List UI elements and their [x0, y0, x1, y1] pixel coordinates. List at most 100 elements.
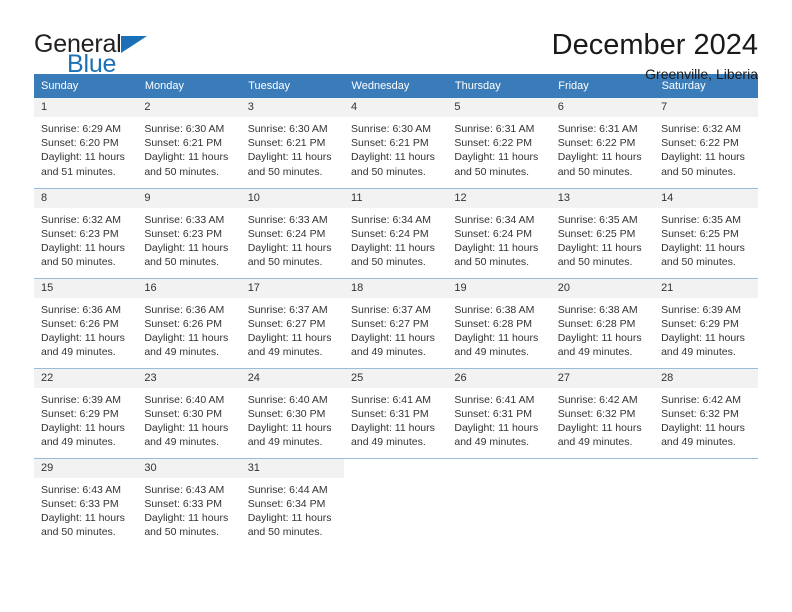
sunset-text: Sunset: 6:27 PM: [247, 317, 326, 330]
day-number: 15: [34, 278, 138, 298]
calendar-day-cell-empty: [447, 457, 551, 549]
day-cell-inner: 31 Sunrise: 6:44 AM Sunset: 6:34 PM Dayligh…: [240, 458, 345, 549]
calendar-day-cell[interactable]: 30 Sunrise: 6:43 AM Sunset: 6:33 PM Dayligh…: [137, 457, 241, 548]
day-number: 12: [447, 188, 551, 208]
day-number: 9: [137, 188, 241, 208]
sunset-text: Sunset: 6:23 PM: [144, 227, 222, 240]
day-cell-inner: 20 Sunrise: 6:38 AM Sunset: 6:28 PM Dayligh…: [550, 278, 655, 368]
calendar-body: 1 Sunrise: 6:29 AM Sunset: 6:20 PM Daylight…: [34, 98, 758, 548]
day-details: Sunrise: 6:35 AM Sunset: 6:25 PM Daylight:…: [551, 208, 654, 270]
calendar-day-cell[interactable]: 3 Sunrise: 6:30 AM Sunset: 6:21 PM Daylight…: [240, 98, 345, 188]
calendar-day-cell[interactable]: 24 Sunrise: 6:40 AM Sunset: 6:30 PM Dayligh…: [240, 367, 345, 458]
calendar-day-cell[interactable]: 26 Sunrise: 6:41 AM Sunset: 6:31 PM Dayligh…: [447, 367, 551, 458]
day-details: Sunrise: 6:32 AM Sunset: 6:22 PM Daylight:…: [654, 117, 757, 179]
brand-logo[interactable]: General Blue: [34, 30, 214, 77]
calendar-day-cell-empty: [344, 457, 448, 549]
title-block: December 2024 Greenville, Liberia: [551, 29, 758, 83]
sunset-text: Sunset: 6:20 PM: [41, 137, 119, 150]
calendar-day-cell[interactable]: 6 Sunrise: 6:31 AM Sunset: 6:22 PM Daylight…: [550, 98, 655, 188]
calendar-day-cell[interactable]: 28 Sunrise: 6:42 AM Sunset: 6:32 PM Dayligh…: [654, 367, 758, 458]
daylight-text: Daylight: 11 hours and 50 minutes.: [41, 511, 125, 539]
daylight-text: Daylight: 11 hours and 49 minutes.: [247, 331, 332, 359]
day-details: [344, 478, 447, 483]
daylight-text: Daylight: 11 hours and 50 minutes.: [351, 241, 435, 269]
calendar-page: General Blue December 2024 Greenville, L…: [0, 0, 792, 612]
sunset-text: Sunset: 6:28 PM: [557, 317, 636, 330]
calendar-day-cell[interactable]: 1 Sunrise: 6:29 AM Sunset: 6:20 PM Daylight…: [34, 98, 138, 188]
calendar-day-cell[interactable]: 9 Sunrise: 6:33 AM Sunset: 6:23 PM Daylight…: [137, 187, 241, 278]
sunset-text: Sunset: 6:28 PM: [454, 317, 533, 330]
day-number: 21: [654, 278, 758, 298]
calendar-day-cell[interactable]: 31 Sunrise: 6:44 AM Sunset: 6:34 PM Dayligh…: [240, 457, 345, 549]
calendar-day-cell[interactable]: 2 Sunrise: 6:30 AM Sunset: 6:21 PM Daylight…: [137, 98, 241, 188]
page-title: December 2024: [551, 29, 758, 61]
calendar-day-cell[interactable]: 29 Sunrise: 6:43 AM Sunset: 6:33 PM Dayligh…: [34, 457, 138, 548]
daylight-text: Daylight: 11 hours and 50 minutes.: [557, 241, 642, 269]
calendar-day-cell[interactable]: 19 Sunrise: 6:38 AM Sunset: 6:28 PM Dayligh…: [447, 277, 551, 368]
day-number: 10: [240, 188, 345, 208]
calendar-day-cell[interactable]: 7 Sunrise: 6:32 AM Sunset: 6:22 PM Daylight…: [654, 98, 758, 188]
calendar-day-cell[interactable]: 20 Sunrise: 6:38 AM Sunset: 6:28 PM Dayligh…: [550, 277, 655, 368]
calendar-day-cell[interactable]: 16 Sunrise: 6:36 AM Sunset: 6:26 PM Dayligh…: [137, 277, 241, 368]
day-number: [447, 459, 550, 478]
calendar-day-cell[interactable]: 10 Sunrise: 6:33 AM Sunset: 6:24 PM Dayligh…: [240, 187, 345, 278]
sunrise-text: Sunrise: 6:31 AM: [454, 123, 535, 135]
daylight-text: Daylight: 11 hours and 50 minutes.: [351, 151, 435, 178]
sunrise-text: Sunrise: 6:30 AM: [247, 123, 328, 135]
day-number: 16: [137, 278, 241, 298]
day-cell-inner: [344, 459, 447, 549]
day-details: Sunrise: 6:37 AM Sunset: 6:27 PM Daylight:…: [241, 298, 344, 360]
calendar-day-cell[interactable]: 15 Sunrise: 6:36 AM Sunset: 6:26 PM Dayligh…: [34, 277, 138, 368]
day-number: 11: [344, 188, 448, 208]
calendar-day-cell[interactable]: 14 Sunrise: 6:35 AM Sunset: 6:25 PM Dayligh…: [654, 187, 758, 278]
calendar-day-cell[interactable]: 5 Sunrise: 6:31 AM Sunset: 6:22 PM Daylight…: [447, 98, 551, 188]
day-details: Sunrise: 6:30 AM Sunset: 6:21 PM Daylight:…: [344, 117, 447, 179]
calendar-week-row: 29 Sunrise: 6:43 AM Sunset: 6:33 PM Dayligh…: [34, 457, 758, 549]
weekday-header-wednesday: Wednesday: [344, 74, 448, 98]
daylight-text: Daylight: 11 hours and 49 minutes.: [557, 421, 642, 449]
calendar-day-cell[interactable]: 27 Sunrise: 6:42 AM Sunset: 6:32 PM Dayligh…: [550, 367, 655, 458]
daylight-text: Daylight: 11 hours and 49 minutes.: [41, 331, 125, 359]
day-cell-inner: [447, 459, 550, 549]
day-details: [551, 478, 654, 483]
calendar-day-cell-empty: [550, 457, 655, 548]
calendar-day-cell[interactable]: 25 Sunrise: 6:41 AM Sunset: 6:31 PM Dayligh…: [344, 367, 448, 458]
calendar-day-cell[interactable]: 11 Sunrise: 6:34 AM Sunset: 6:24 PM Dayligh…: [344, 187, 448, 278]
daylight-text: Daylight: 11 hours and 50 minutes.: [41, 241, 125, 269]
calendar-day-cell[interactable]: 23 Sunrise: 6:40 AM Sunset: 6:30 PM Dayligh…: [137, 367, 241, 458]
calendar-day-cell[interactable]: 18 Sunrise: 6:37 AM Sunset: 6:27 PM Dayligh…: [344, 277, 448, 368]
daylight-text: Daylight: 11 hours and 49 minutes.: [351, 421, 435, 449]
daylight-text: Daylight: 11 hours and 50 minutes.: [247, 151, 332, 178]
day-cell-inner: 28 Sunrise: 6:42 AM Sunset: 6:32 PM Dayligh…: [654, 368, 758, 458]
calendar-day-cell[interactable]: 22 Sunrise: 6:39 AM Sunset: 6:29 PM Dayligh…: [34, 367, 138, 458]
sunset-text: Sunset: 6:22 PM: [661, 137, 739, 150]
sunrise-text: Sunrise: 6:39 AM: [41, 393, 121, 406]
page-header: General Blue December 2024 Greenville, L…: [0, 0, 792, 83]
daylight-text: Daylight: 11 hours and 49 minutes.: [454, 331, 539, 359]
day-cell-inner: 16 Sunrise: 6:36 AM Sunset: 6:26 PM Dayligh…: [137, 278, 241, 368]
day-cell-inner: 3 Sunrise: 6:30 AM Sunset: 6:21 PM Daylight…: [240, 98, 345, 188]
calendar-day-cell[interactable]: 8 Sunrise: 6:32 AM Sunset: 6:23 PM Daylight…: [34, 187, 138, 278]
sunset-text: Sunset: 6:34 PM: [247, 497, 326, 510]
calendar-day-cell[interactable]: 12 Sunrise: 6:34 AM Sunset: 6:24 PM Dayligh…: [447, 187, 551, 278]
day-number: 7: [654, 98, 758, 117]
sunset-text: Sunset: 6:29 PM: [661, 317, 739, 330]
brand-triangle-icon: [120, 36, 147, 53]
day-cell-inner: 25 Sunrise: 6:41 AM Sunset: 6:31 PM Dayligh…: [344, 368, 448, 458]
day-number: 19: [447, 278, 551, 298]
calendar-day-cell[interactable]: 13 Sunrise: 6:35 AM Sunset: 6:25 PM Dayligh…: [550, 187, 655, 278]
day-details: Sunrise: 6:42 AM Sunset: 6:32 PM Daylight:…: [654, 388, 757, 450]
day-number: 5: [447, 98, 551, 117]
calendar-day-cell[interactable]: 4 Sunrise: 6:30 AM Sunset: 6:21 PM Daylight…: [344, 98, 448, 188]
day-details: Sunrise: 6:33 AM Sunset: 6:23 PM Daylight:…: [137, 208, 240, 270]
day-details: [447, 478, 550, 483]
day-cell-inner: 8 Sunrise: 6:32 AM Sunset: 6:23 PM Daylight…: [34, 188, 138, 278]
weekday-header-thursday: Thursday: [447, 74, 552, 98]
day-details: Sunrise: 6:43 AM Sunset: 6:33 PM Daylight:…: [34, 478, 137, 540]
calendar-day-cell[interactable]: 21 Sunrise: 6:39 AM Sunset: 6:29 PM Dayligh…: [654, 277, 758, 368]
day-details: Sunrise: 6:37 AM Sunset: 6:27 PM Daylight:…: [344, 298, 447, 360]
sunset-text: Sunset: 6:21 PM: [144, 137, 222, 150]
sunset-text: Sunset: 6:31 PM: [454, 407, 533, 420]
sunrise-text: Sunrise: 6:38 AM: [454, 303, 535, 316]
calendar-day-cell[interactable]: 17 Sunrise: 6:37 AM Sunset: 6:27 PM Dayligh…: [240, 277, 345, 368]
